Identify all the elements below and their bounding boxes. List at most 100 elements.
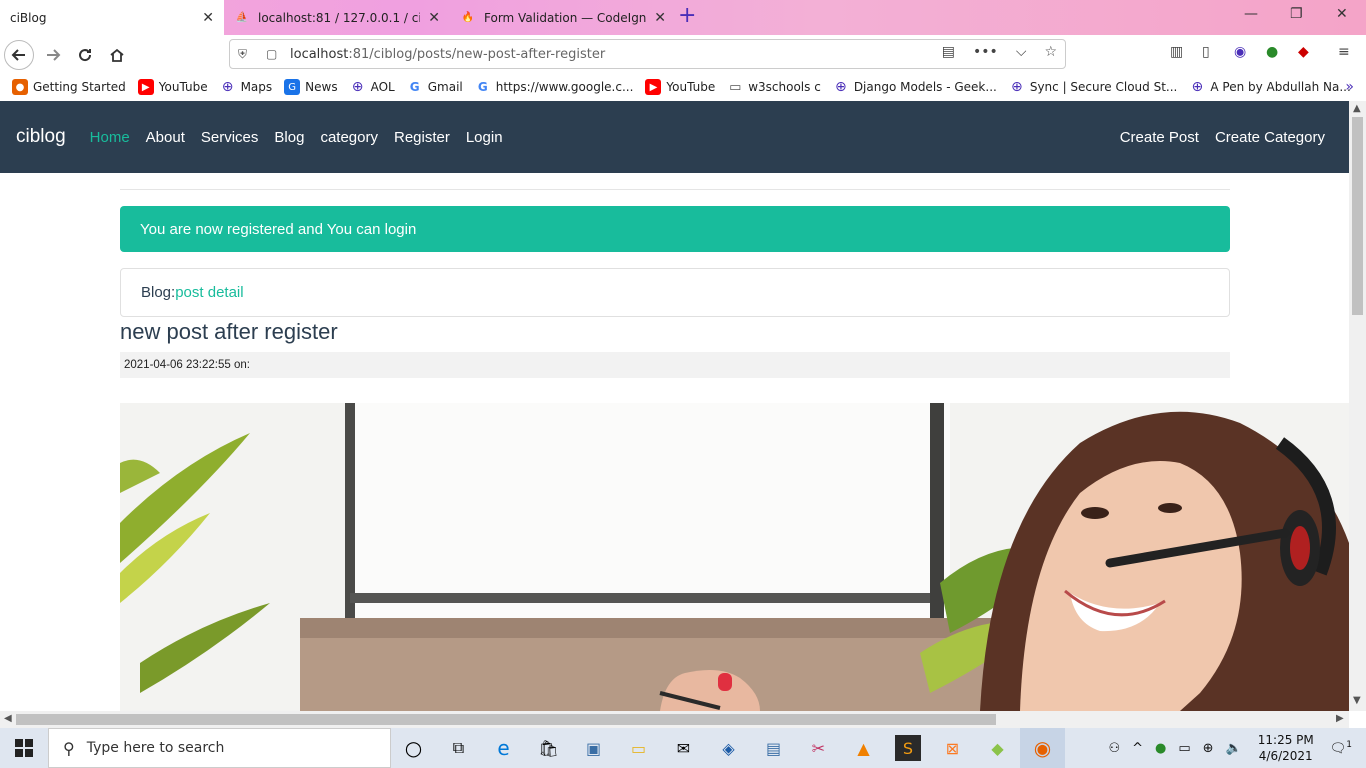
restore-icon[interactable]: ❐	[1290, 6, 1303, 22]
tab-ciblog[interactable]: ciBlog ✕	[0, 0, 224, 35]
clock-date: 4/6/2021	[1258, 749, 1313, 763]
browser-tab-bar: ciBlog ✕ ⛵ localhost:81 / 127.0.0.1 / ci…	[0, 0, 1366, 35]
vertical-scrollbar[interactable]: ▲ ▼	[1349, 101, 1366, 711]
close-icon[interactable]: ✕	[654, 10, 666, 26]
bookmark-item[interactable]: ⊕ Maps	[220, 79, 272, 95]
more-actions-icon[interactable]: •••	[973, 44, 998, 60]
home-button[interactable]	[102, 40, 132, 70]
scroll-left-icon[interactable]: ◀	[4, 713, 12, 724]
network-icon[interactable]: ⊕	[1203, 741, 1214, 756]
bookmark-item[interactable]: ▶ YouTube	[645, 79, 715, 95]
vertical-scroll-thumb[interactable]	[1352, 117, 1363, 315]
close-icon[interactable]: ✕	[202, 10, 214, 26]
bookmark-item[interactable]: Ghttps://www.google.c...	[475, 79, 634, 95]
firefox-taskbar-icon[interactable]: ◉	[1020, 728, 1065, 768]
bookmark-item[interactable]: G News	[284, 79, 338, 95]
sublime-icon[interactable]: S	[895, 735, 921, 761]
git-icon[interactable]: ◆	[975, 728, 1020, 768]
sidebar-icon[interactable]: ▯	[1202, 44, 1210, 60]
globe-icon: ⊕	[351, 79, 364, 95]
reload-button[interactable]	[70, 40, 100, 70]
breadcrumb-prefix: Blog:	[141, 284, 176, 301]
minimize-icon[interactable]: —	[1244, 6, 1258, 22]
account-icon[interactable]: ◉	[1234, 44, 1246, 60]
bookmark-item[interactable]: ⊕ A Pen by Abdullah Na...	[1189, 79, 1350, 95]
site-brand[interactable]: ciblog	[16, 126, 66, 148]
mail-icon[interactable]: ✉	[661, 728, 706, 768]
globe-icon: ⊕	[1010, 79, 1023, 95]
extension-pdf-icon[interactable]: ◆	[1298, 44, 1309, 60]
alert-text: You are now registered and You can login	[140, 220, 417, 238]
close-window-icon[interactable]: ✕	[1336, 6, 1348, 22]
nav-create-category[interactable]: Create Category	[1215, 129, 1325, 146]
breadcrumb: Blog: post detail	[120, 268, 1230, 317]
page-viewport: ciblog Home About Services Blog category…	[0, 101, 1349, 711]
battery-icon[interactable]: ▭	[1178, 741, 1190, 756]
taskbar-search[interactable]: ⚲ Type here to search	[48, 728, 391, 768]
nav-login[interactable]: Login	[466, 129, 503, 146]
nav-blog[interactable]: Blog	[274, 129, 304, 146]
notification-icon[interactable]: 🗨1	[1330, 740, 1352, 756]
address-bar[interactable]: ⛨ ▢ localhost:81/ciblog/posts/new-post-a…	[229, 39, 1066, 69]
scroll-down-icon[interactable]: ▼	[1353, 695, 1361, 706]
chevron-up-icon[interactable]: ^	[1132, 741, 1143, 756]
youtube-icon: ▶	[645, 79, 662, 95]
breadcrumb-link[interactable]: post detail	[175, 284, 243, 301]
nav-about[interactable]: About	[146, 129, 185, 146]
bookmark-item[interactable]: ⊕ AOL	[350, 79, 395, 95]
chevron-right-icon[interactable]: »	[1345, 79, 1354, 95]
security-icon[interactable]: ●	[1155, 741, 1166, 756]
success-alert: You are now registered and You can login	[120, 206, 1230, 252]
task-view-icon[interactable]: ⧉	[436, 728, 481, 768]
bookmark-item[interactable]: ▶ YouTube	[137, 79, 208, 95]
clock[interactable]: 11:25 PM 4/6/2021	[1258, 732, 1314, 764]
horizontal-scrollbar[interactable]: ◀ ▶	[0, 711, 1349, 728]
forward-button[interactable]	[38, 40, 68, 70]
bookmark-item[interactable]: ▭ w3schools c	[727, 79, 821, 95]
system-tray: ⚇ ^ ● ▭ ⊕ 🔈 11:25 PM 4/6/2021 🗨1	[1102, 728, 1366, 768]
menu-icon[interactable]: ≡	[1338, 44, 1350, 60]
post-photo-illustration	[120, 403, 1349, 711]
bookmark-item[interactable]: ● Getting Started	[12, 79, 126, 95]
nav-services[interactable]: Services	[201, 129, 259, 146]
nav-home[interactable]: Home	[90, 129, 130, 146]
windows-taskbar: ⚲ Type here to search ○ ⧉ e 🛍 ▣ ▭ ✉ ◈ ▤ …	[0, 728, 1366, 768]
new-tab-button[interactable]: +	[678, 3, 696, 28]
tab-phpmyadmin[interactable]: ⛵ localhost:81 / 127.0.0.1 / ciblog ✕	[224, 0, 450, 35]
snip-tool-icon[interactable]: ✂	[796, 728, 841, 768]
bookmark-item[interactable]: ⊕ Sync | Secure Cloud St...	[1009, 79, 1177, 95]
bookmark-star-icon[interactable]: ☆	[1044, 44, 1057, 60]
nav-category[interactable]: category	[320, 129, 378, 146]
edge-icon[interactable]: e	[481, 728, 526, 768]
extension-globe-icon[interactable]: ●	[1266, 44, 1278, 60]
reader-view-icon[interactable]: ▤	[942, 44, 955, 60]
google-icon: G	[409, 80, 420, 94]
cortana-icon[interactable]: ○	[391, 728, 436, 768]
codeigniter-icon: 🔥	[461, 12, 475, 23]
tab-form-validation[interactable]: 🔥 Form Validation — CodeIgniter ✕	[450, 0, 676, 35]
nav-create-post[interactable]: Create Post	[1120, 129, 1199, 146]
back-button[interactable]	[4, 40, 34, 70]
vlc-icon[interactable]: ▲	[841, 728, 886, 768]
start-button[interactable]	[0, 728, 48, 768]
people-icon[interactable]: ⚇	[1108, 741, 1120, 756]
xampp-icon[interactable]: ⊠	[930, 728, 975, 768]
store-icon[interactable]: 🛍	[526, 728, 571, 768]
site-navbar: ciblog Home About Services Blog category…	[0, 101, 1349, 173]
pocket-icon[interactable]: ⌵	[1016, 44, 1027, 60]
file-explorer-icon[interactable]: ▭	[616, 728, 661, 768]
youtube-icon: ▶	[137, 79, 154, 95]
bookmarks-bar: ● Getting Started ▶ YouTube ⊕ Maps G News ⊕ A…	[0, 73, 1366, 101]
virtualbox-icon[interactable]: ◈	[706, 728, 751, 768]
network-app-icon[interactable]: ▣	[571, 728, 616, 768]
library-icon[interactable]: ▥	[1170, 44, 1183, 60]
volume-icon[interactable]: 🔈	[1226, 741, 1242, 756]
close-icon[interactable]: ✕	[428, 10, 440, 26]
bookmark-item[interactable]: ⊕ Django Models - Geek...	[833, 79, 997, 95]
nav-register[interactable]: Register	[394, 129, 450, 146]
scroll-right-icon[interactable]: ▶	[1336, 713, 1344, 724]
bookmark-item[interactable]: G Gmail	[407, 79, 463, 95]
scroll-up-icon[interactable]: ▲	[1353, 103, 1361, 114]
computer-icon[interactable]: ▤	[751, 728, 796, 768]
horizontal-scroll-thumb[interactable]	[16, 714, 996, 725]
